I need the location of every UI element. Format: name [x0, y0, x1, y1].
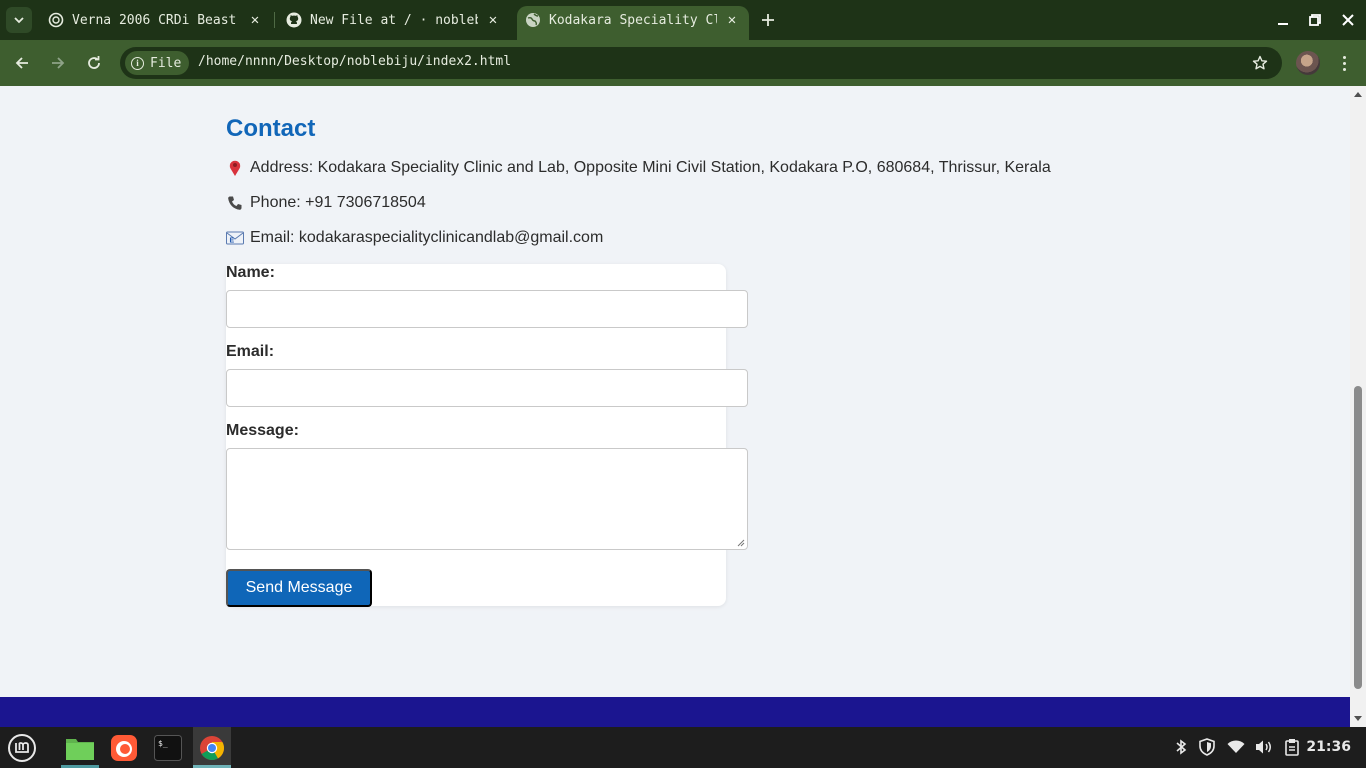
- pin-icon: [226, 159, 244, 177]
- openai-icon: [48, 12, 64, 28]
- name-input[interactable]: [226, 290, 748, 328]
- message-textarea[interactable]: [226, 448, 748, 550]
- site-info-label: File: [150, 55, 182, 71]
- info-icon: i: [131, 56, 144, 70]
- email-label: Email:: [226, 343, 275, 360]
- volume-icon[interactable]: [1254, 737, 1274, 757]
- tab-title: Kodakara Speciality Clinic: [549, 12, 717, 28]
- email-icon: E: [226, 231, 244, 245]
- svg-text:E: E: [230, 238, 235, 245]
- clipboard-icon[interactable]: [1282, 737, 1302, 757]
- svg-text:$_: $_: [158, 739, 168, 748]
- taskbar-files[interactable]: [61, 727, 99, 768]
- tab-search-button[interactable]: [6, 7, 32, 33]
- chrome-icon: [200, 735, 225, 760]
- address-bar[interactable]: i File /home/nnnn/Desktop/noblebiju/inde…: [120, 47, 1282, 79]
- scrollbar-thumb[interactable]: [1354, 386, 1362, 689]
- maximize-button[interactable]: [1303, 8, 1327, 32]
- bookmark-button[interactable]: [1250, 53, 1270, 73]
- close-icon[interactable]: ✕: [246, 11, 264, 29]
- phone-line: Phone: +91 7306718504: [226, 194, 426, 212]
- tab-title: Verna 2006 CRDi Beast: [72, 12, 237, 28]
- taskbar-chrome[interactable]: [193, 727, 231, 768]
- taskbar: $_ 21:36: [0, 727, 1366, 768]
- close-icon: [1342, 14, 1354, 26]
- taskbar-terminal[interactable]: $_: [149, 727, 187, 768]
- address-text: Address: Kodakara Speciality Clinic and …: [250, 159, 1051, 176]
- resize-handle-icon[interactable]: [737, 539, 745, 547]
- close-window-button[interactable]: [1336, 8, 1360, 32]
- terminal-icon: $_: [154, 734, 182, 761]
- tab-kodakara[interactable]: Kodakara Speciality Clinic ✕: [517, 6, 749, 40]
- shield-icon[interactable]: [1197, 737, 1217, 757]
- tab-github[interactable]: New File at / · noblebiju ✕: [278, 6, 510, 34]
- globe-icon: [525, 12, 541, 28]
- site-info-chip[interactable]: i File: [125, 51, 190, 75]
- arrow-left-icon: [15, 57, 28, 69]
- name-label: Name:: [226, 264, 275, 281]
- tab-title: New File at / · noblebiju: [310, 12, 478, 28]
- forward-button[interactable]: [46, 51, 70, 75]
- files-icon: [66, 738, 94, 760]
- close-icon[interactable]: ✕: [723, 11, 741, 29]
- chevron-down-icon: [14, 17, 24, 24]
- email-text: Email: kodakaraspecialityclinicandlab@gm…: [250, 229, 604, 246]
- bluetooth-icon[interactable]: [1171, 737, 1191, 757]
- profile-avatar[interactable]: [1296, 51, 1320, 75]
- clock[interactable]: 21:36: [1306, 739, 1351, 755]
- plus-icon: [762, 14, 774, 26]
- back-button[interactable]: [10, 51, 34, 75]
- contact-heading: Contact: [226, 115, 316, 142]
- close-icon[interactable]: ✕: [484, 11, 502, 29]
- minimize-icon: [1278, 23, 1288, 25]
- url-text[interactable]: /home/nnnn/Desktop/noblebiju/index2.html: [198, 54, 511, 69]
- reload-icon: [88, 56, 100, 69]
- tab-separator: [274, 12, 275, 28]
- browser-toolbar: i File /home/nnnn/Desktop/noblebiju/inde…: [0, 40, 1366, 86]
- firefox-icon: [111, 734, 137, 761]
- tab-strip: Verna 2006 CRDi Beast ✕ New File at / · …: [0, 0, 1366, 40]
- scroll-down-icon[interactable]: [1354, 716, 1362, 721]
- mint-menu-icon: [8, 733, 36, 762]
- page-footer: [0, 697, 1350, 727]
- phone-text: Phone: +91 7306718504: [250, 194, 426, 211]
- email-line: E Email: kodakaraspecialityclinicandlab@…: [226, 229, 603, 247]
- browser-menu-button[interactable]: [1334, 51, 1354, 75]
- github-icon: [286, 12, 302, 28]
- wifi-icon[interactable]: [1226, 737, 1246, 757]
- restore-icon: [1309, 14, 1321, 26]
- star-icon: [1252, 55, 1268, 70]
- phone-icon: [226, 195, 244, 211]
- taskbar-firefox[interactable]: [105, 727, 143, 768]
- address-line: Address: Kodakara Speciality Clinic and …: [226, 159, 1051, 177]
- new-tab-button[interactable]: [756, 8, 780, 32]
- email-input[interactable]: [226, 369, 748, 407]
- scroll-up-icon[interactable]: [1354, 92, 1362, 97]
- minimize-button[interactable]: [1271, 8, 1295, 32]
- arrow-right-icon: [52, 57, 65, 69]
- mint-menu-button[interactable]: [3, 727, 41, 768]
- message-label: Message:: [226, 422, 299, 439]
- page-viewport: Contact Address: Kodakara Speciality Cli…: [0, 86, 1350, 727]
- send-message-button[interactable]: Send Message: [226, 569, 372, 607]
- page-scrollbar[interactable]: [1350, 86, 1366, 727]
- tab-verna[interactable]: Verna 2006 CRDi Beast ✕: [40, 6, 272, 34]
- reload-button[interactable]: [82, 51, 106, 75]
